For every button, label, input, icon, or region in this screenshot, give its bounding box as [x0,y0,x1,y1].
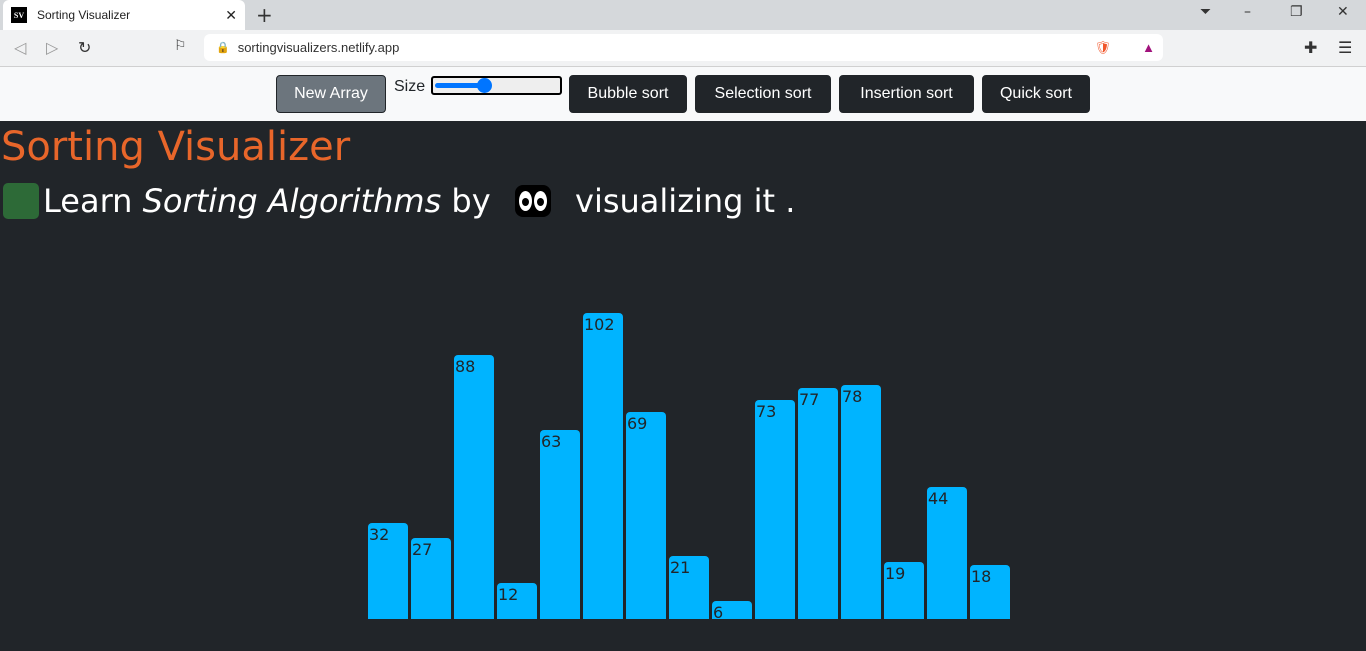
bar: 12 [497,583,537,619]
bar: 18 [970,565,1010,619]
bar: 21 [669,556,709,619]
bar-value-label: 44 [928,489,949,508]
url-text: sortingvisualizers.netlify.app [237,40,400,55]
bar-value-label: 102 [584,315,615,334]
tab-title: Sorting Visualizer [37,8,131,22]
profile-menu-icon[interactable]: ⏷ [1200,4,1211,20]
bar-value-label: 73 [756,402,777,421]
subtitle-emphasis: Sorting Algorithms [142,182,442,220]
new-array-button[interactable]: New Array [276,75,386,113]
menu-icon[interactable]: ☰ [1338,38,1352,57]
address-bar[interactable]: 🔒 sortingvisualizers.netlify.app 🛡 ▲ [204,34,1163,61]
back-icon[interactable]: ◁ [14,38,26,57]
size-slider[interactable] [431,76,562,95]
lock-icon: 🔒 [216,42,230,54]
insertion-sort-button[interactable]: Insertion sort [839,75,974,113]
page-title: Sorting Visualizer [1,124,351,170]
bar: 102 [583,313,623,619]
brave-shield-icon[interactable]: 🛡 [1094,40,1111,56]
bar: 78 [841,385,881,619]
bar: 88 [454,355,494,619]
bar-value-label: 88 [455,357,476,376]
bar: 27 [411,538,451,619]
bar: 32 [368,523,408,619]
bar: 6 [712,601,752,622]
bookmark-icon[interactable]: ⚐ [174,38,187,54]
bar-value-label: 6 [713,603,724,622]
minimize-icon[interactable]: – [1244,4,1251,20]
size-label: Size [394,78,426,95]
close-tab-icon[interactable]: ✕ [225,7,237,24]
browser-toolbar: ◁ ▷ ↻ ⚐ 🔒 sortingvisualizers.netlify.app… [0,30,1366,67]
browser-tab[interactable]: SV Sorting Visualizer ✕ [3,0,245,30]
bar: 44 [927,487,967,619]
extensions-icon[interactable]: ✚ [1304,38,1317,57]
rewards-icon[interactable]: ▲ [1142,40,1155,55]
favicon: SV [11,7,27,23]
forward-icon[interactable]: ▷ [46,38,58,57]
selection-sort-button[interactable]: Selection sort [695,75,831,113]
bar-value-label: 77 [799,390,820,409]
technologist-emoji-icon [3,183,39,219]
reload-icon[interactable]: ↻ [78,38,91,57]
new-tab-icon[interactable]: + [256,3,273,27]
controls-bar: New Array Size Bubble sort Selection sor… [0,67,1366,121]
bar: 63 [540,430,580,619]
tab-strip: SV Sorting Visualizer ✕ + ⏷ – ❐ ✕ [0,0,1366,30]
restore-icon[interactable]: ❐ [1290,4,1303,20]
quick-sort-button[interactable]: Quick sort [982,75,1090,113]
bar: 77 [798,388,838,619]
subtitle-by: by [441,182,501,220]
bar-value-label: 12 [498,585,519,604]
slider-thumb[interactable] [476,78,492,93]
close-window-icon[interactable]: ✕ [1337,4,1349,20]
bar-value-label: 32 [369,525,390,544]
eyes-emoji-icon [514,185,551,217]
bar: 69 [626,412,666,619]
bar-value-label: 21 [670,558,691,577]
bar: 19 [884,562,924,619]
subtitle-learn: Learn [43,182,143,220]
bar-value-label: 27 [412,540,433,559]
bar-value-label: 78 [842,387,863,406]
bar-value-label: 63 [541,432,562,451]
subtitle-end: visualizing it . [564,182,796,220]
subtitle: Learn Sorting Algorithms by visualizing … [3,182,795,220]
bar: 73 [755,400,795,619]
bar-value-label: 19 [885,564,906,583]
bar-value-label: 18 [971,567,992,586]
bubble-sort-button[interactable]: Bubble sort [569,75,687,113]
bar-value-label: 69 [627,414,648,433]
